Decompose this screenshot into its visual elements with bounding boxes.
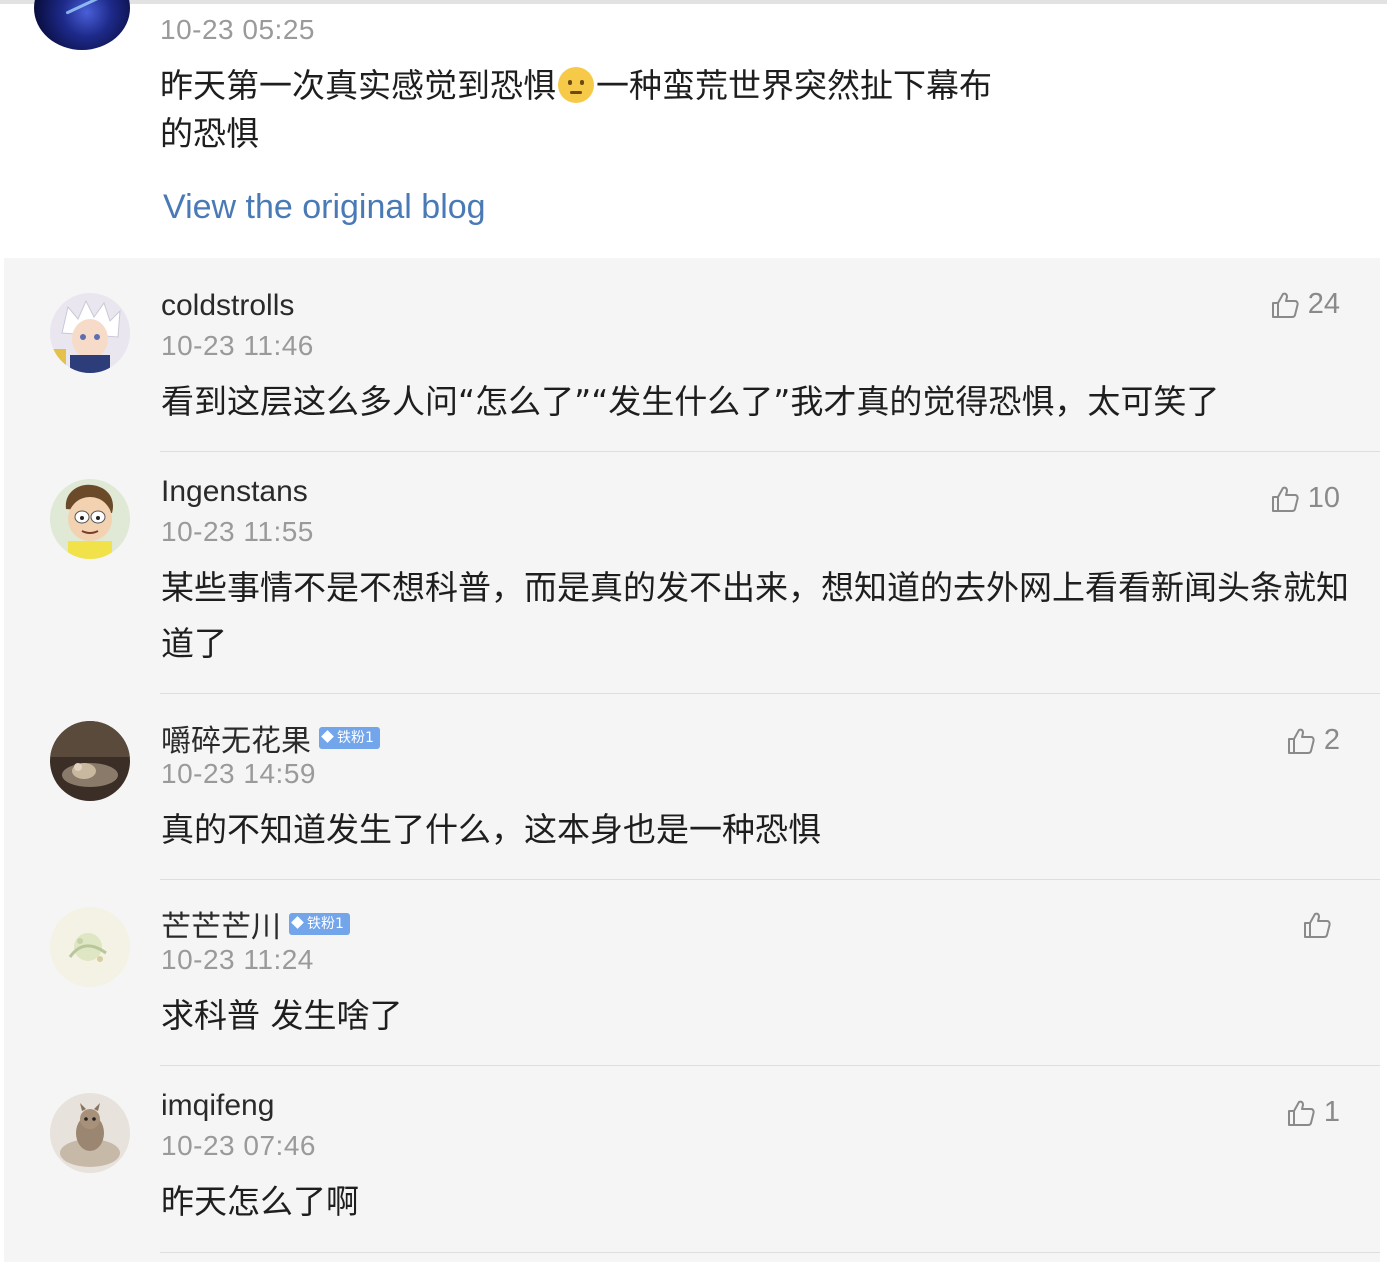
- thumbs-up-icon: [1287, 1100, 1315, 1126]
- comment-item: 芒芒芒川 铁粉1 10-23 11:24 求科普 发生啥了: [4, 880, 1380, 1066]
- fan-badge[interactable]: 铁粉1: [289, 913, 350, 935]
- like-count: 10: [1307, 482, 1340, 514]
- comment-timestamp: 10-23 14:59: [161, 758, 316, 789]
- view-original-blog-link[interactable]: View the original blog: [163, 188, 486, 227]
- comment-list: coldstrolls 10-23 11:46 看到这层这么多人问“怎么了”“发…: [4, 258, 1380, 1262]
- comment-divider: [160, 1252, 1380, 1253]
- username[interactable]: 芒芒芒川 铁粉1: [161, 902, 350, 946]
- like-button[interactable]: 1: [1286, 1096, 1340, 1129]
- username[interactable]: imqifeng: [161, 1088, 274, 1123]
- comment-text: 求科普 发生啥了: [161, 996, 403, 1035]
- fan-badge[interactable]: 铁粉1: [319, 727, 380, 749]
- post-text-part-1: 昨天第一次真实感觉到恐惧: [160, 66, 556, 105]
- username[interactable]: Ingenstans: [161, 474, 308, 509]
- thumbs-up-icon: [1287, 728, 1315, 754]
- avatar[interactable]: [50, 1093, 130, 1173]
- original-post: 10-23 05:25 昨天第一次真实感觉到恐惧 一种蛮荒世界突然扯下幕布的恐惧 …: [0, 0, 1387, 256]
- comment-text: 某些事情不是不想科普，而是真的发不出来，想知道的去外网上看看新闻头条就知道了: [161, 568, 1349, 663]
- like-count: 2: [1323, 724, 1340, 756]
- avatar[interactable]: [50, 907, 130, 987]
- like-button[interactable]: 2: [1286, 724, 1340, 757]
- avatar[interactable]: [50, 293, 130, 373]
- like-button[interactable]: [1302, 910, 1340, 940]
- comment-text: 看到这层这么多人问“怎么了”“发生什么了”我才真的觉得恐惧，太可笑了: [161, 382, 1220, 421]
- thumbs-up-icon: [1304, 912, 1331, 938]
- comment-item: 嚼碎无花果 铁粉1 10-23 14:59 真的不知道发生了什么，这本身也是一种恐…: [4, 694, 1380, 880]
- pleading-face-emoji-icon: [558, 67, 594, 103]
- diamond-icon: [291, 916, 304, 929]
- username[interactable]: coldstrolls: [161, 288, 294, 323]
- post-author-avatar[interactable]: [34, 0, 130, 50]
- comment-text: 真的不知道发生了什么，这本身也是一种恐惧: [161, 810, 821, 849]
- thumbs-up-icon: [1271, 486, 1299, 512]
- like-count: 24: [1307, 288, 1340, 320]
- like-button[interactable]: 24: [1270, 288, 1340, 321]
- avatar[interactable]: [50, 721, 130, 801]
- thumbs-up-icon: [1271, 292, 1299, 318]
- avatar-image-icon: [50, 293, 130, 373]
- comment-timestamp: 10-23 07:46: [161, 1130, 316, 1161]
- post-content: 昨天第一次真实感觉到恐惧 一种蛮荒世界突然扯下幕布的恐惧: [160, 62, 1020, 158]
- comment-text: 昨天怎么了啊: [161, 1182, 359, 1221]
- avatar-image-icon: [50, 721, 130, 801]
- avatar-image-icon: [50, 1093, 130, 1173]
- avatar[interactable]: [50, 479, 130, 559]
- comment-item: coldstrolls 10-23 11:46 看到这层这么多人问“怎么了”“发…: [4, 258, 1380, 452]
- comment-item: imqifeng 10-23 07:46 昨天怎么了啊 1: [4, 1066, 1380, 1262]
- avatar-image-icon: [50, 479, 130, 559]
- like-button[interactable]: 10: [1270, 482, 1340, 515]
- comment-timestamp: 10-23 11:24: [161, 944, 314, 975]
- username[interactable]: 嚼碎无花果 铁粉1: [161, 716, 380, 760]
- comment-timestamp: 10-23 11:55: [161, 516, 314, 547]
- like-count: 1: [1323, 1096, 1340, 1128]
- comment-item: Ingenstans 10-23 11:55 某些事情不是不想科普，而是真的发不…: [4, 452, 1380, 694]
- diamond-icon: [321, 730, 334, 743]
- avatar-image-icon: [50, 907, 130, 987]
- post-timestamp: 10-23 05:25: [160, 14, 315, 45]
- comment-timestamp: 10-23 11:46: [161, 330, 314, 361]
